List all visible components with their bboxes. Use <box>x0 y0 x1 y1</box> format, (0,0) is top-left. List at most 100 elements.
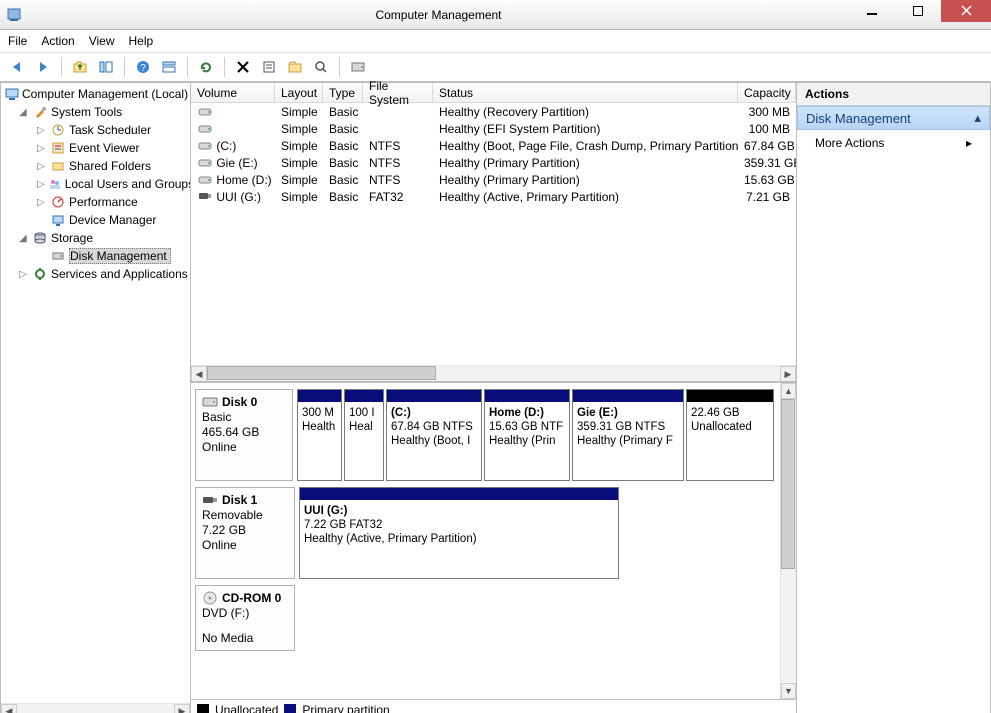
collapse-icon[interactable]: ◢ <box>19 233 29 244</box>
partitions <box>299 585 776 651</box>
expand-icon[interactable]: ▷ <box>37 143 47 154</box>
view-icon[interactable] <box>158 56 180 78</box>
expand-icon[interactable]: ▷ <box>37 161 47 172</box>
volume-row[interactable]: SimpleBasicHealthy (EFI System Partition… <box>191 120 796 137</box>
partition-unallocated[interactable]: 22.46 GBUnallocated <box>686 389 774 481</box>
menu-action[interactable]: Action <box>41 34 74 48</box>
tree-system-tools[interactable]: ◢ System Tools <box>3 103 190 121</box>
disk-label[interactable]: Disk 1Removable7.22 GBOnline <box>195 487 295 579</box>
titlebar: Computer Management <box>0 0 991 30</box>
volume-columns: Volume Layout Type File System Status Ca… <box>191 83 796 103</box>
volume-list: Volume Layout Type File System Status Ca… <box>191 83 796 381</box>
actions-section-title[interactable]: Disk Management ▴ <box>797 106 990 130</box>
scroll-right-icon[interactable]: ▶ <box>174 704 190 713</box>
toolbar-divider <box>124 57 125 77</box>
menu-help[interactable]: Help <box>129 34 154 48</box>
menu-view[interactable]: View <box>89 34 115 48</box>
col-type[interactable]: Type <box>323 83 363 102</box>
window-title: Computer Management <box>28 8 849 22</box>
scrollbar-thumb[interactable] <box>781 399 795 569</box>
close-button[interactable] <box>941 0 991 22</box>
back-button[interactable] <box>6 56 28 78</box>
tree-storage[interactable]: ◢Storage <box>3 229 190 247</box>
show-hide-icon[interactable] <box>95 56 117 78</box>
volume-row[interactable]: UUI (G:)SimpleBasicFAT32Healthy (Active,… <box>191 188 796 205</box>
tree-task-scheduler[interactable]: ▷Task Scheduler <box>3 121 190 139</box>
minimize-button[interactable] <box>849 0 895 22</box>
partition[interactable]: (C:)67.84 GB NTFSHealthy (Boot, I <box>386 389 482 481</box>
disk-vscrollbar[interactable]: ▲ ▼ <box>780 383 796 699</box>
disk-mgmt-icon <box>50 248 66 264</box>
app-icon <box>0 7 28 23</box>
volume-row[interactable]: (C:)SimpleBasicNTFSHealthy (Boot, Page F… <box>191 137 796 154</box>
tree-shared-folders[interactable]: ▷Shared Folders <box>3 157 190 175</box>
scroll-left-icon[interactable]: ◀ <box>191 366 207 382</box>
storage-icon <box>32 230 48 246</box>
partition-label: Home (D:)15.63 GB NTFHealthy (Prin <box>485 402 569 452</box>
tree-disk-management[interactable]: Disk Management <box>3 247 190 265</box>
tree-device-manager[interactable]: Device Manager <box>3 211 190 229</box>
delete-icon[interactable] <box>232 56 254 78</box>
volume-row[interactable]: Gie (E:)SimpleBasicNTFSHealthy (Primary … <box>191 154 796 171</box>
col-status[interactable]: Status <box>433 83 738 102</box>
up-folder-icon[interactable] <box>69 56 91 78</box>
open-icon[interactable] <box>284 56 306 78</box>
tree-performance[interactable]: ▷Performance <box>3 193 190 211</box>
col-volume[interactable]: Volume <box>191 83 275 102</box>
navigation-tree[interactable]: Computer Management (Local) ◢ System Too… <box>1 83 190 703</box>
col-layout[interactable]: Layout <box>275 83 323 102</box>
scrollbar-thumb[interactable] <box>207 366 436 380</box>
legend-swatch-primary <box>284 704 296 713</box>
expand-icon[interactable]: ▷ <box>37 125 47 136</box>
forward-button[interactable] <box>32 56 54 78</box>
menu-file[interactable]: File <box>8 34 27 48</box>
toolbar-divider <box>224 57 225 77</box>
toolbar-divider <box>339 57 340 77</box>
settings-icon[interactable] <box>258 56 280 78</box>
partition[interactable]: 300 MHealth <box>297 389 342 481</box>
col-capacity[interactable]: Capacity <box>738 83 796 102</box>
volume-icon <box>197 176 213 184</box>
content-pane: Volume Layout Type File System Status Ca… <box>191 83 797 713</box>
partition[interactable]: Home (D:)15.63 GB NTFHealthy (Prin <box>484 389 570 481</box>
partition[interactable]: UUI (G:)7.22 GB FAT32Healthy (Active, Pr… <box>299 487 619 579</box>
partition[interactable]: 100 IHeal <box>344 389 384 481</box>
expand-icon[interactable]: ▷ <box>37 179 45 190</box>
expand-icon[interactable]: ▷ <box>37 197 47 208</box>
tree-local-users[interactable]: ▷Local Users and Groups <box>3 175 190 193</box>
collapse-icon[interactable]: ▴ <box>974 110 981 126</box>
disk-icon <box>202 494 218 506</box>
clock-icon <box>50 122 66 138</box>
scroll-left-icon[interactable]: ◀ <box>1 704 17 713</box>
search-icon[interactable] <box>310 56 332 78</box>
maximize-button[interactable] <box>895 0 941 22</box>
disk-label[interactable]: Disk 0Basic465.64 GBOnline <box>195 389 293 481</box>
tree-root[interactable]: Computer Management (Local) <box>3 85 190 103</box>
col-filesystem[interactable]: File System <box>363 83 433 102</box>
perf-icon <box>50 194 66 210</box>
volume-row[interactable]: Home (D:)SimpleBasicNTFSHealthy (Primary… <box>191 171 796 188</box>
partition-bar <box>345 390 383 402</box>
partition-label: 300 MHealth <box>298 402 341 438</box>
tree-event-viewer[interactable]: ▷Event Viewer <box>3 139 190 157</box>
tree-services-applications[interactable]: ▷Services and Applications <box>3 265 190 283</box>
partition[interactable]: Gie (E:)359.31 GB NTFSHealthy (Primary F <box>572 389 684 481</box>
scroll-right-icon[interactable]: ▶ <box>780 366 796 382</box>
disk-label[interactable]: CD-ROM 0DVD (F:)No Media <box>195 585 295 651</box>
tree-hscrollbar[interactable]: ◀ ▶ <box>1 703 190 713</box>
volume-hscrollbar[interactable]: ◀ ▶ <box>191 365 796 381</box>
scroll-down-icon[interactable]: ▼ <box>781 683 796 699</box>
volume-rows[interactable]: SimpleBasicHealthy (Recovery Partition)3… <box>191 103 796 365</box>
partition-bar <box>573 390 683 402</box>
collapse-icon[interactable]: ◢ <box>19 107 29 118</box>
help-icon[interactable]: ? <box>132 56 154 78</box>
event-icon <box>50 140 66 156</box>
expand-icon[interactable]: ▷ <box>19 269 29 280</box>
refresh-icon[interactable] <box>195 56 217 78</box>
chevron-right-icon: ▸ <box>966 136 972 150</box>
disk-icon[interactable] <box>347 56 369 78</box>
scroll-up-icon[interactable]: ▲ <box>781 383 796 399</box>
services-icon <box>32 266 48 282</box>
action-more-actions[interactable]: More Actions ▸ <box>797 130 990 156</box>
volume-row[interactable]: SimpleBasicHealthy (Recovery Partition)3… <box>191 103 796 120</box>
